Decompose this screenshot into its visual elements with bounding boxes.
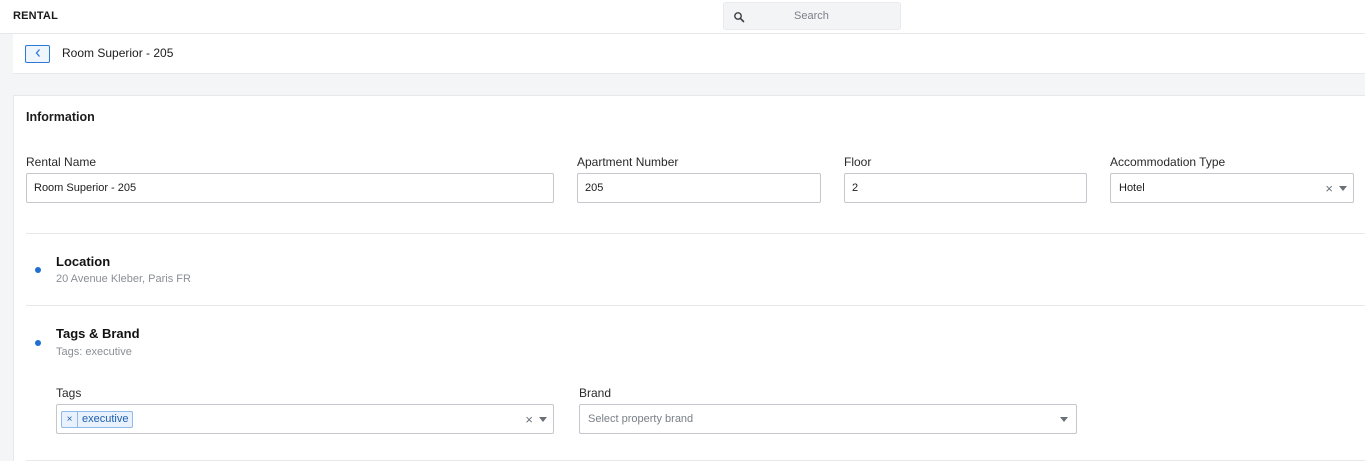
floor-input[interactable]: 2 — [844, 173, 1087, 203]
section-title-location[interactable]: Location — [56, 254, 110, 269]
section-title-information: Information — [26, 110, 95, 124]
location-status-dot — [35, 267, 41, 273]
floor-value: 2 — [852, 182, 859, 194]
brand-select[interactable]: Select property brand — [579, 404, 1077, 434]
divider — [26, 305, 1365, 306]
breadcrumb: Room Superior - 205 — [62, 46, 174, 60]
rental-name-value: Room Superior - 205 — [34, 182, 137, 194]
select-controls: × — [525, 405, 547, 433]
chevron-left-icon — [34, 45, 42, 63]
rental-form-card: Information Rental Name Room Superior - … — [13, 95, 1365, 461]
floor-label: Floor — [844, 155, 872, 169]
brand-placeholder: Select property brand — [588, 413, 694, 425]
tag-remove-icon[interactable]: × — [62, 411, 78, 427]
select-controls — [1060, 405, 1068, 433]
section-title-tags-brand[interactable]: Tags & Brand — [56, 326, 140, 341]
search-icon — [733, 10, 745, 23]
close-icon[interactable]: × — [1325, 182, 1333, 195]
search-box[interactable]: Search — [723, 2, 901, 30]
apartment-number-value: 205 — [585, 182, 604, 194]
tags-label: Tags — [56, 386, 82, 400]
caret-down-icon[interactable] — [1060, 416, 1068, 422]
brand-label: Brand — [579, 386, 612, 400]
close-icon[interactable]: × — [525, 413, 533, 426]
app-title: RENTAL — [13, 10, 58, 22]
tags-select[interactable]: × executive × — [56, 404, 554, 434]
tags-summary: Tags: executive — [56, 346, 132, 358]
apartment-number-label: Apartment Number — [577, 155, 679, 169]
divider — [26, 233, 1365, 234]
tag-chip: × executive — [61, 410, 134, 428]
caret-down-icon[interactable] — [539, 416, 547, 422]
rental-name-label: Rental Name — [26, 155, 97, 169]
location-summary: 20 Avenue Kleber, Paris FR — [56, 273, 191, 285]
back-button[interactable] — [25, 45, 50, 63]
search-input[interactable]: Search — [794, 10, 829, 22]
breadcrumb-bar: Room Superior - 205 — [13, 34, 1365, 74]
accommodation-type-label: Accommodation Type — [1110, 155, 1226, 169]
rental-name-input[interactable]: Room Superior - 205 — [26, 173, 554, 203]
top-bar: RENTAL Search — [0, 0, 1365, 34]
apartment-number-input[interactable]: 205 — [577, 173, 821, 203]
select-controls: × — [1325, 174, 1347, 202]
tag-chip-label: executive — [82, 413, 129, 425]
caret-down-icon[interactable] — [1339, 185, 1347, 191]
tags-brand-status-dot — [35, 340, 41, 346]
accommodation-type-value: Hotel — [1119, 182, 1145, 194]
accommodation-type-select[interactable]: Hotel × — [1110, 173, 1354, 203]
